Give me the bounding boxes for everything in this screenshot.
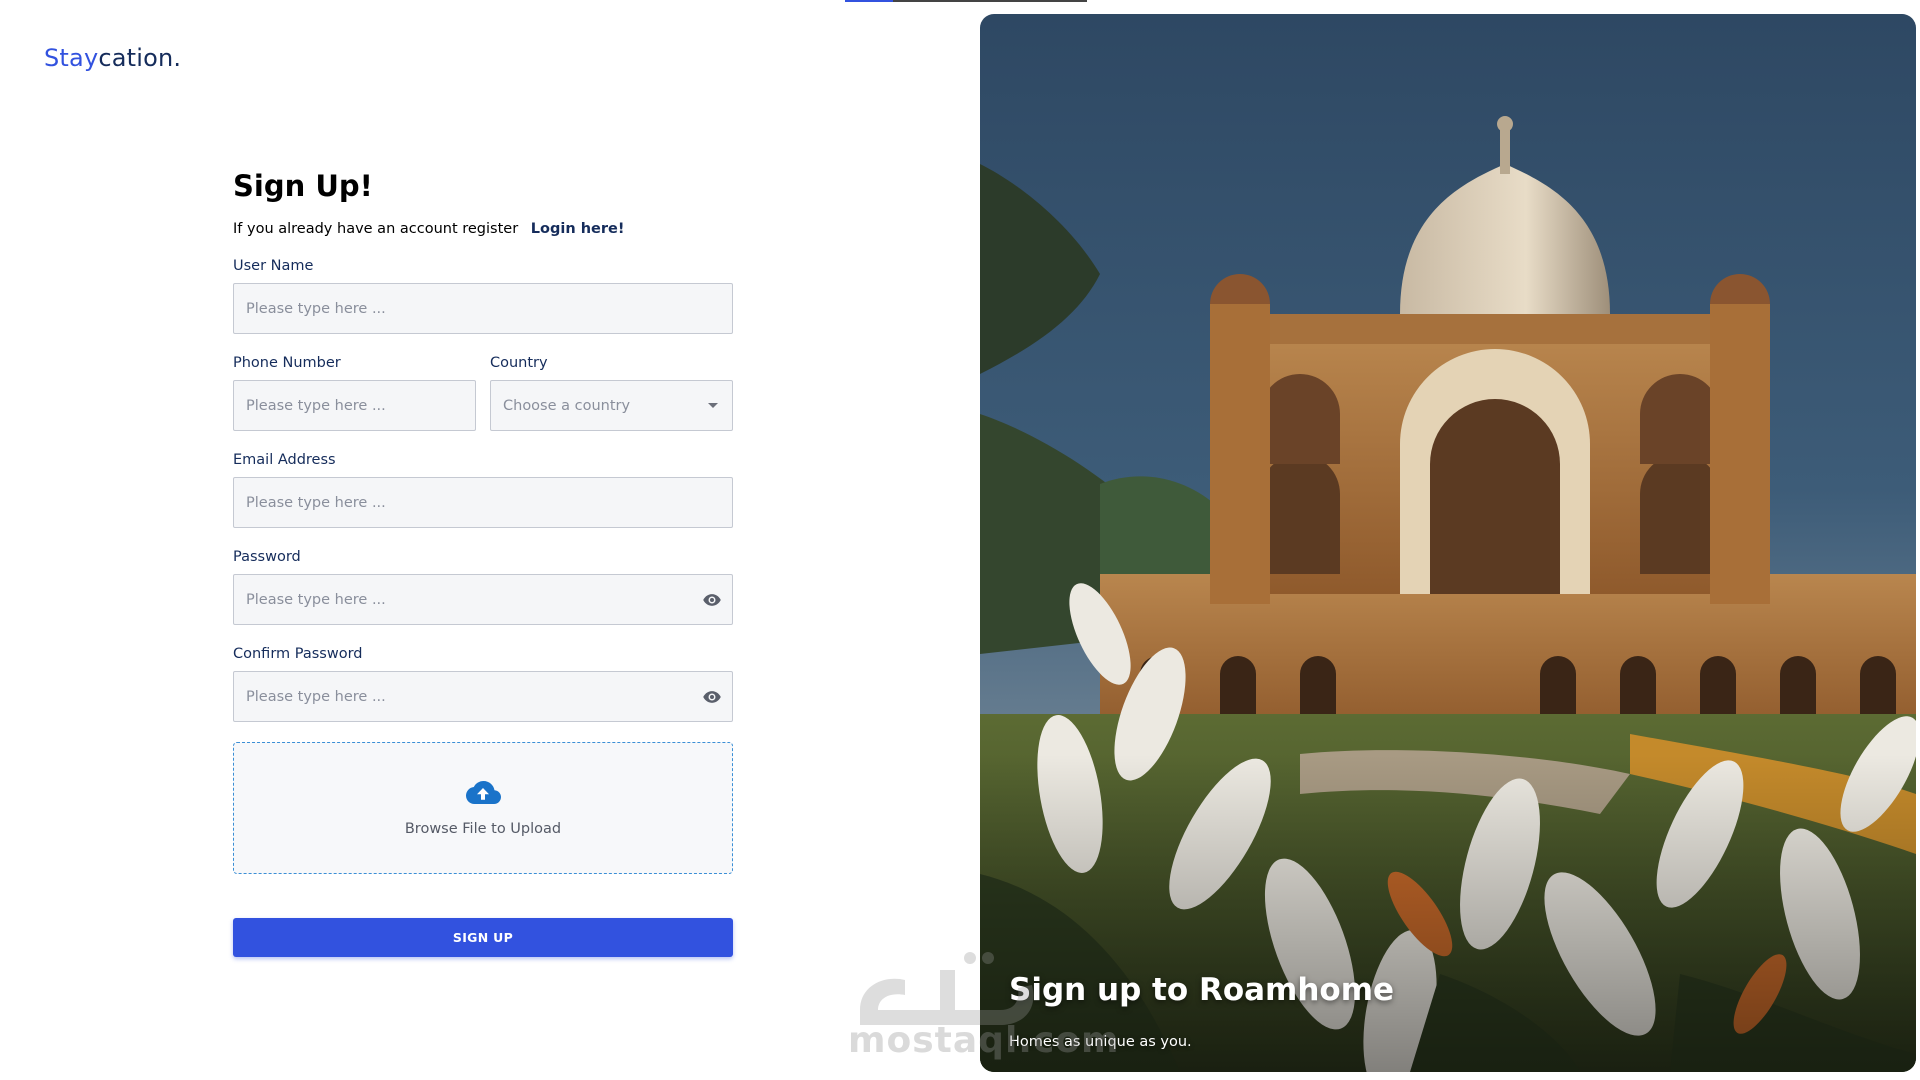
page-title: Sign Up! <box>233 169 373 203</box>
top-progress-bar <box>845 0 1087 2</box>
hero-subtitle: Homes as unique as you. <box>1009 1034 1192 1050</box>
top-progress-segment <box>845 0 893 2</box>
country-label: Country <box>490 355 548 371</box>
phone-country-row: Phone Number Country Choose a country <box>233 354 733 451</box>
signup-page: Staycation. Sign Up! If you already have… <box>0 0 1920 1080</box>
eye-icon[interactable] <box>702 687 722 707</box>
sign-up-button[interactable]: SIGN UP <box>233 918 733 957</box>
phone-input[interactable] <box>234 381 475 430</box>
subtitle-text: If you already have an account register <box>233 221 519 237</box>
password-label: Password <box>233 549 301 565</box>
hero-image-panel: Sign up to Roamhome Homes as unique as y… <box>980 14 1916 1072</box>
form-subtitle: If you already have an account register … <box>233 219 733 239</box>
phone-label: Phone Number <box>233 355 341 371</box>
signup-form: Sign Up! If you already have an account … <box>233 168 733 957</box>
country-select[interactable]: Choose a country <box>491 381 732 430</box>
hero-title: Sign up to Roamhome <box>1009 972 1395 1008</box>
monument-photo <box>980 14 1916 1072</box>
login-link[interactable]: Login here! <box>531 221 625 237</box>
eye-icon[interactable] <box>702 590 722 610</box>
confirm-password-field-box <box>233 671 733 722</box>
user-name-label: User Name <box>233 258 314 274</box>
phone-field-box <box>233 380 476 431</box>
confirm-password-input[interactable] <box>234 672 732 721</box>
confirm-password-label: Confirm Password <box>233 646 363 662</box>
file-upload-dropzone[interactable]: Browse File to Upload <box>233 742 733 874</box>
email-label: Email Address <box>233 452 336 468</box>
phone-column: Phone Number <box>233 354 476 451</box>
cloud-upload-icon <box>466 781 501 804</box>
user-name-field-box <box>233 283 733 334</box>
email-input[interactable] <box>234 478 732 527</box>
password-field-box <box>233 574 733 625</box>
user-name-input[interactable] <box>234 284 732 333</box>
brand-logo[interactable]: Staycation. <box>44 44 181 72</box>
country-column: Country Choose a country <box>490 354 733 451</box>
logo-accent: Stay <box>44 44 99 72</box>
email-field-box <box>233 477 733 528</box>
password-input[interactable] <box>234 575 732 624</box>
country-select-box: Choose a country <box>490 380 733 431</box>
logo-rest: cation. <box>98 44 182 72</box>
chevron-down-icon <box>708 403 718 408</box>
upload-label: Browse File to Upload <box>404 821 562 837</box>
